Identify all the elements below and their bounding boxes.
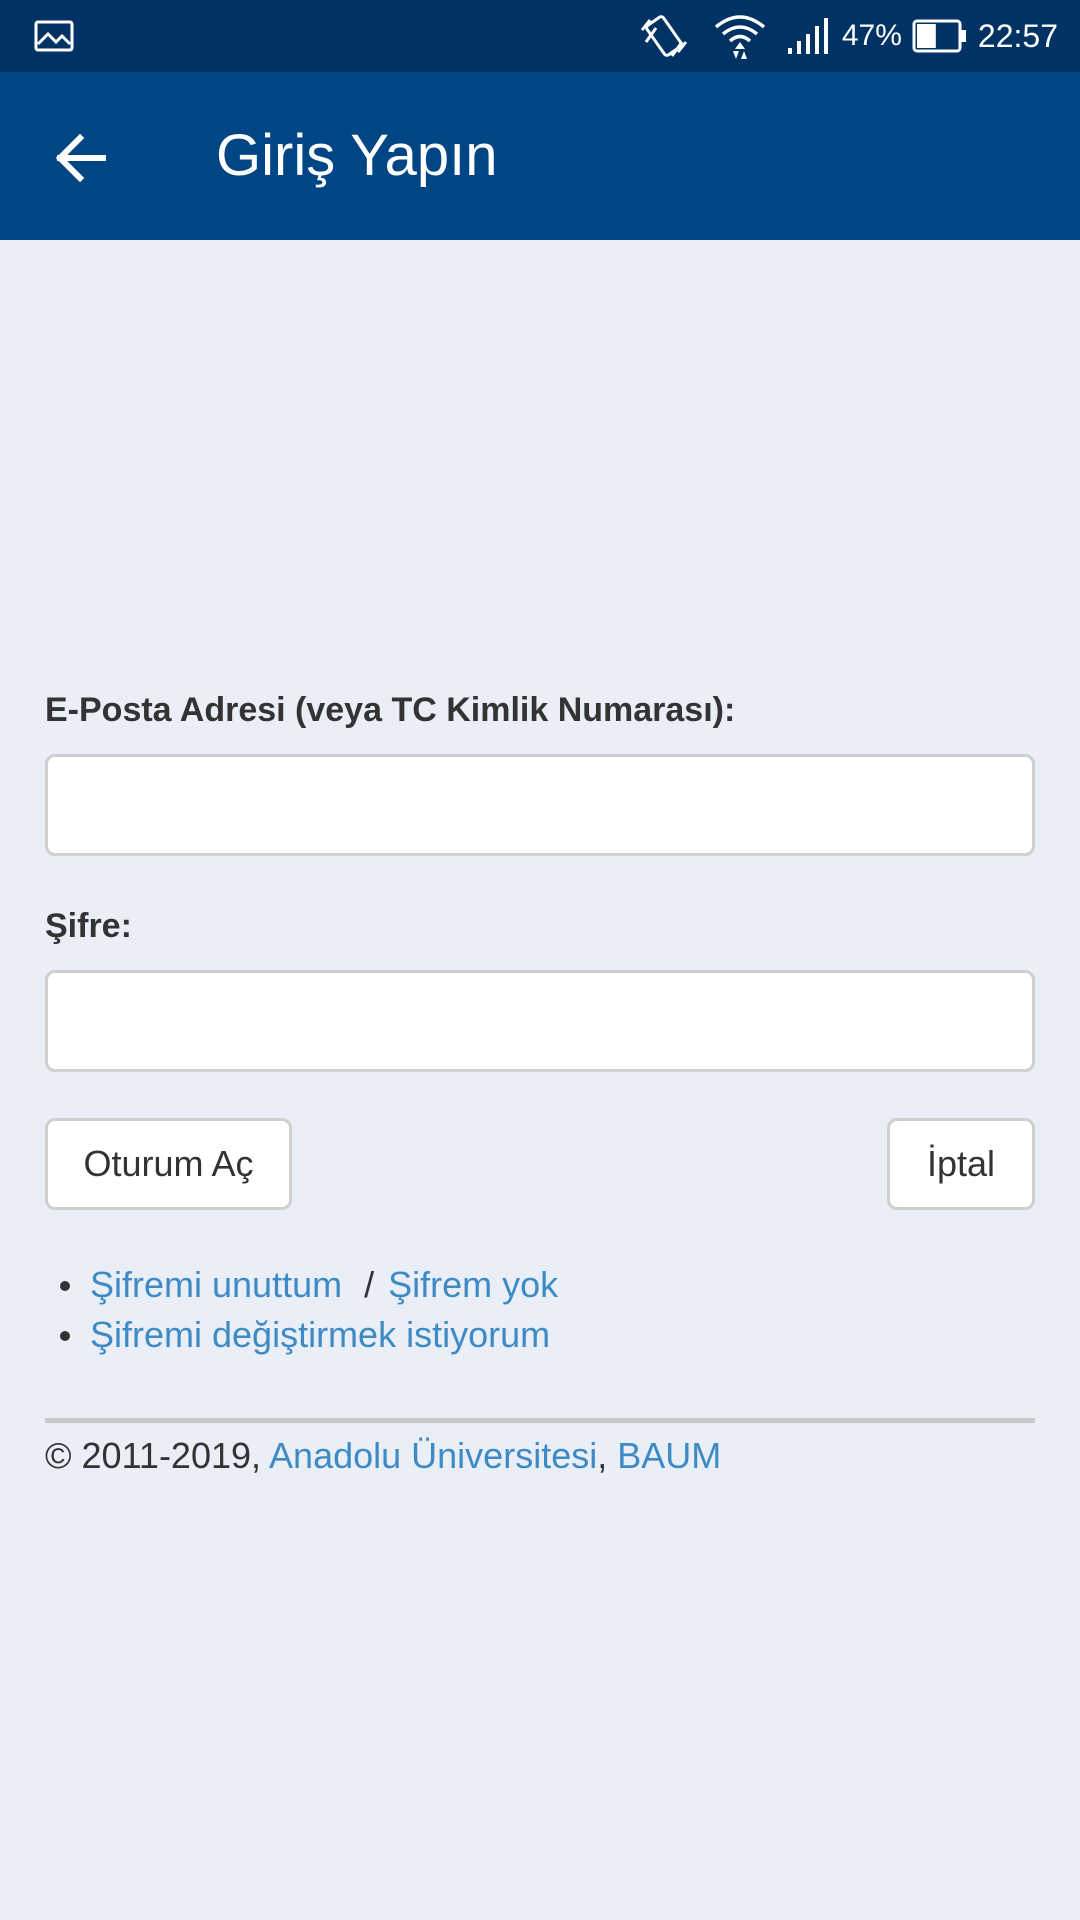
login-button[interactable]: Oturum Aç	[45, 1118, 292, 1210]
list-item: Şifremi değiştirmek istiyorum	[45, 1310, 1035, 1360]
email-field[interactable]	[45, 754, 1035, 856]
button-row: Oturum Aç İptal	[45, 1118, 1035, 1210]
divider	[45, 1418, 1035, 1423]
bullet-icon	[60, 1281, 70, 1291]
password-label: Şifre:	[45, 907, 132, 945]
footer-comma: ,	[597, 1435, 608, 1476]
university-link[interactable]: Anadolu Üniversitesi	[269, 1435, 597, 1476]
bullet-icon	[60, 1331, 70, 1341]
no-password-link[interactable]: Şifrem yok	[388, 1264, 558, 1305]
clock: 22:57	[977, 17, 1058, 54]
gallery-icon	[34, 20, 74, 52]
list-item: Şifremi unuttum / Şifrem yok	[45, 1260, 1035, 1310]
cancel-button[interactable]: İptal	[887, 1118, 1035, 1210]
page-title: Giriş Yapın	[216, 123, 498, 188]
link-separator: /	[364, 1264, 375, 1305]
status-icons: 47% 22:57	[636, 0, 1058, 72]
signal-icon	[787, 18, 828, 54]
copyright-text: © 2011-2019,	[45, 1435, 262, 1476]
arrow-left-icon	[55, 134, 106, 182]
password-field[interactable]	[45, 970, 1035, 1072]
email-label: E-Posta Adresi (veya TC Kimlik Numarası)…	[45, 691, 736, 729]
app-bar: Giriş Yapın	[0, 72, 1080, 240]
login-form: E-Posta Adresi (veya TC Kimlik Numarası)…	[45, 690, 1035, 1481]
vibrate-icon	[640, 15, 688, 57]
help-links: Şifremi unuttum / Şifrem yok Şifremi değiş…	[45, 1260, 1035, 1360]
forgot-password-link[interactable]: Şifremi unuttum	[90, 1264, 342, 1305]
baum-link[interactable]: BAUM	[617, 1435, 721, 1476]
back-button[interactable]	[42, 120, 118, 196]
status-bar: 47% 22:57	[0, 0, 1080, 72]
footer: © 2011-2019, Anadolu Üniversitesi, BAUM	[45, 1431, 1035, 1481]
change-password-link[interactable]: Şifremi değiştirmek istiyorum	[90, 1314, 550, 1355]
battery-icon	[912, 19, 966, 53]
battery-percent: 47%	[841, 19, 902, 52]
wifi-icon	[714, 15, 765, 59]
